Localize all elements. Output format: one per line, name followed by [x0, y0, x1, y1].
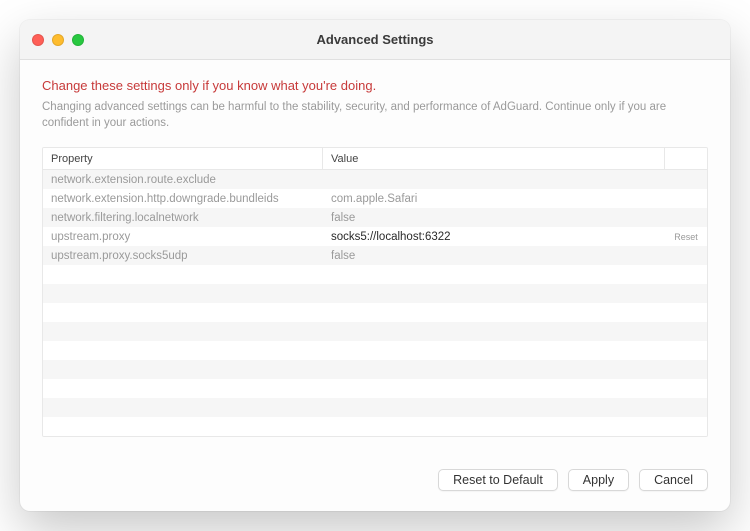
cell-value[interactable] — [323, 303, 665, 322]
warning-subtitle: Changing advanced settings can be harmfu… — [42, 99, 708, 131]
table-row[interactable] — [43, 398, 707, 417]
maximize-icon[interactable] — [72, 34, 84, 46]
cell-property[interactable] — [43, 379, 323, 398]
cell-action — [665, 398, 707, 417]
cell-action — [665, 189, 707, 208]
table-row[interactable] — [43, 303, 707, 322]
apply-button[interactable]: Apply — [568, 469, 629, 491]
cell-value[interactable]: false — [323, 246, 665, 265]
cell-action — [665, 379, 707, 398]
cell-value[interactable] — [323, 170, 665, 189]
cell-property[interactable]: upstream.proxy.socks5udp — [43, 246, 323, 265]
cell-property[interactable]: network.extension.route.exclude — [43, 170, 323, 189]
window-title: Advanced Settings — [316, 32, 433, 47]
header-property[interactable]: Property — [43, 148, 323, 169]
table-row[interactable]: upstream.proxy.socks5udpfalse — [43, 246, 707, 265]
header-value[interactable]: Value — [323, 148, 665, 169]
cell-property[interactable]: upstream.proxy — [43, 227, 323, 246]
cell-property[interactable] — [43, 417, 323, 436]
cell-value[interactable] — [323, 284, 665, 303]
table-row[interactable] — [43, 417, 707, 436]
cell-property[interactable]: network.filtering.localnetwork — [43, 208, 323, 227]
cell-value[interactable] — [323, 417, 665, 436]
header-action — [665, 148, 707, 169]
cell-action: Reset — [665, 227, 707, 246]
cell-value[interactable] — [323, 322, 665, 341]
cell-property[interactable] — [43, 322, 323, 341]
table-header: Property Value — [43, 148, 707, 170]
warning-title: Change these settings only if you know w… — [42, 78, 708, 93]
table-row[interactable] — [43, 341, 707, 360]
cell-action — [665, 284, 707, 303]
settings-window: Advanced Settings Change these settings … — [20, 20, 730, 511]
cell-property[interactable] — [43, 265, 323, 284]
table-row[interactable]: network.extension.route.exclude — [43, 170, 707, 189]
cell-property[interactable] — [43, 284, 323, 303]
cell-property[interactable]: network.extension.http.downgrade.bundlei… — [43, 189, 323, 208]
table-row[interactable] — [43, 360, 707, 379]
cell-action — [665, 246, 707, 265]
cell-value[interactable] — [323, 265, 665, 284]
cell-value[interactable] — [323, 341, 665, 360]
cell-value[interactable]: socks5://localhost:6322 — [323, 227, 665, 246]
table-row[interactable] — [43, 284, 707, 303]
table-row[interactable] — [43, 379, 707, 398]
titlebar: Advanced Settings — [20, 20, 730, 60]
cell-property[interactable] — [43, 398, 323, 417]
cell-action — [665, 170, 707, 189]
footer: Reset to Default Apply Cancel — [20, 455, 730, 511]
cell-property[interactable] — [43, 360, 323, 379]
reset-to-default-button[interactable]: Reset to Default — [438, 469, 558, 491]
cell-value[interactable]: false — [323, 208, 665, 227]
table-row[interactable]: network.filtering.localnetworkfalse — [43, 208, 707, 227]
table-row[interactable]: upstream.proxysocks5://localhost:6322 Res… — [43, 227, 707, 246]
table-row[interactable] — [43, 265, 707, 284]
cell-property[interactable] — [43, 303, 323, 322]
cell-action — [665, 341, 707, 360]
cell-property[interactable] — [43, 341, 323, 360]
cell-value[interactable]: com.apple.Safari — [323, 189, 665, 208]
close-icon[interactable] — [32, 34, 44, 46]
cell-value[interactable] — [323, 398, 665, 417]
cell-action — [665, 360, 707, 379]
reset-row-button[interactable]: Reset — [674, 232, 698, 242]
traffic-lights — [32, 34, 84, 46]
settings-table: Property Value network.extension.route.e… — [42, 147, 708, 437]
cell-action — [665, 303, 707, 322]
table-row[interactable]: network.extension.http.downgrade.bundlei… — [43, 189, 707, 208]
table-body: network.extension.route.excludenetwork.e… — [43, 170, 707, 436]
cell-action — [665, 265, 707, 284]
cell-value[interactable] — [323, 379, 665, 398]
content-area: Change these settings only if you know w… — [20, 60, 730, 455]
minimize-icon[interactable] — [52, 34, 64, 46]
cell-action — [665, 322, 707, 341]
cell-action — [665, 417, 707, 436]
cell-value[interactable] — [323, 360, 665, 379]
cell-action — [665, 208, 707, 227]
table-row[interactable] — [43, 322, 707, 341]
cancel-button[interactable]: Cancel — [639, 469, 708, 491]
